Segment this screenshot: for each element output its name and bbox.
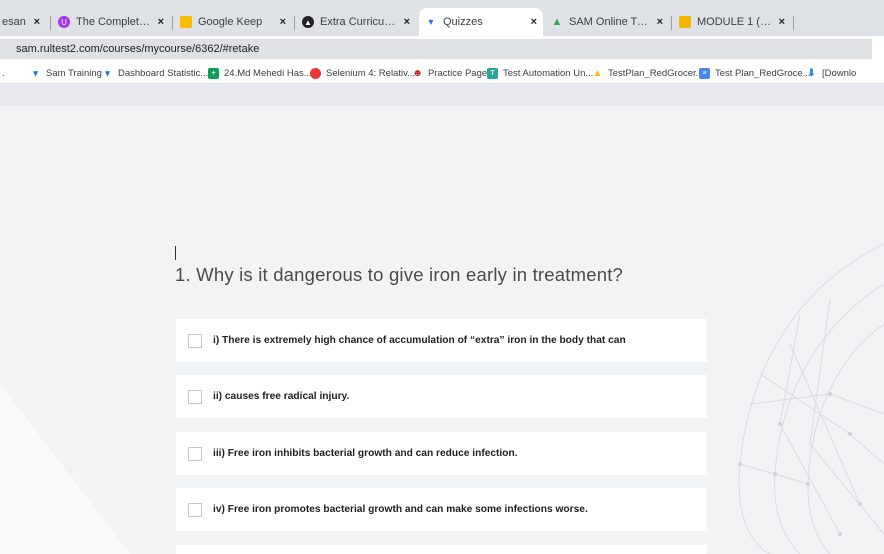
tab-divider <box>172 16 173 30</box>
bookmark-selenium[interactable]: Selenium 4: Relativ... <box>310 66 415 80</box>
question-text: 1. Why is it dangerous to give iron earl… <box>175 264 624 285</box>
bookmark-download[interactable]: ⬇ [Downlo <box>806 66 856 80</box>
answer-option-3[interactable]: iii) Free iron inhibits bacterial growth… <box>176 432 707 475</box>
bookmark-label: . <box>2 67 5 79</box>
option-checkbox[interactable] <box>188 389 202 404</box>
close-icon[interactable]: × <box>531 16 537 28</box>
tab-esan[interactable]: esan × <box>0 8 46 36</box>
bookmark-label: Dashboard Statistic... <box>118 67 209 79</box>
answer-option-1[interactable]: i) There is extremely high chance of acc… <box>176 319 707 362</box>
tab-sam-online-training[interactable]: ▲ SAM Online Traning - × <box>545 8 669 36</box>
tab-module-1[interactable]: MODULE 1 (2022).ppt × <box>673 8 791 36</box>
bookmark-dashboard[interactable]: ▾ Dashboard Statistic... <box>102 66 208 80</box>
close-icon[interactable]: × <box>779 16 785 28</box>
sam-icon: ▾ <box>105 67 110 78</box>
bookmark-label: TestPlan_RedGrocer... <box>608 67 704 79</box>
url-field[interactable]: sam.rultest2.com/courses/mycourse/6362/#… <box>0 39 872 59</box>
tab-title: The Complete SQL Bo <box>76 16 152 28</box>
option-label: iii) Free iron inhibits bacterial growth… <box>213 448 518 459</box>
page-header-band <box>0 84 884 106</box>
bookmark-overflow[interactable]: . <box>2 66 5 80</box>
close-icon[interactable]: × <box>158 16 164 28</box>
bookmark-test-automation[interactable]: T Test Automation Un... <box>487 66 593 80</box>
tab-quizzes[interactable]: ▾ Quizzes × <box>419 8 543 36</box>
download-icon: ⬇ <box>807 67 816 79</box>
keep-icon <box>180 16 192 28</box>
bookmark-label: Practice Page <box>428 67 488 79</box>
answer-option-2[interactable]: ii) causes free radical injury. <box>176 375 707 418</box>
docs-icon: ≡ <box>699 67 710 79</box>
close-icon[interactable]: × <box>34 16 40 28</box>
bookmark-label: Sam Training <box>46 67 102 79</box>
bookmark-label: Test Automation Un... <box>503 67 594 79</box>
drive-icon: ▲ <box>551 16 563 28</box>
close-icon[interactable]: × <box>404 16 410 28</box>
tab-title: Google Keep <box>198 16 263 28</box>
bookmark-testplan-drive[interactable]: ▲ TestPlan_RedGrocer... <box>592 66 704 80</box>
option-checkbox[interactable] <box>188 333 202 348</box>
drive-icon: ▲ <box>592 67 603 79</box>
tab-extra-curricular[interactable]: ▲ Extra Curricular || My × <box>296 8 416 36</box>
close-icon[interactable]: × <box>280 16 286 28</box>
sheets-icon: + <box>208 67 219 79</box>
option-label: i) There is extremely high chance of acc… <box>213 335 626 346</box>
bookmark-sam-training[interactable]: ▾ Sam Training <box>30 66 102 80</box>
close-icon[interactable]: × <box>657 16 663 28</box>
option-checkbox[interactable] <box>188 502 202 517</box>
bookmarks-bar: . ▾ Sam Training ▾ Dashboard Statistic..… <box>0 62 884 84</box>
tab-title: Extra Curricular || My <box>320 16 398 28</box>
option-label: ii) causes free radical injury. <box>213 391 350 402</box>
bookmark-testplan-docs[interactable]: ≡ Test Plan_RedGroce... <box>699 66 811 80</box>
sam-icon: ▾ <box>428 16 434 28</box>
selenium-icon <box>310 67 321 79</box>
circle-icon: ▲ <box>302 16 314 28</box>
tab-title: MODULE 1 (2022).ppt <box>697 16 773 28</box>
address-bar: sam.rultest2.com/courses/mycourse/6362/#… <box>0 36 884 62</box>
bookmark-label: 24.Md Mehedi Has... <box>224 67 312 79</box>
tab-divider <box>294 16 295 30</box>
option-checkbox[interactable] <box>188 446 202 461</box>
quiz-page: 1. Why is it dangerous to give iron earl… <box>0 84 884 554</box>
option-label: iv) Free iron promotes bacterial growth … <box>213 504 588 515</box>
text-cursor <box>175 246 176 260</box>
answer-option-4[interactable]: iv) Free iron promotes bacterial growth … <box>176 488 707 531</box>
tab-divider <box>793 16 794 30</box>
tab-sql-bootcamp[interactable]: U The Complete SQL Bo × <box>52 8 170 36</box>
background-decoration <box>0 384 130 554</box>
slides-icon <box>679 16 691 28</box>
tab-title: esan <box>2 16 26 28</box>
tab-title: Quizzes <box>443 16 483 28</box>
tau-icon: T <box>487 67 498 79</box>
bookmark-label: Test Plan_RedGroce... <box>715 67 811 79</box>
udemy-icon: U <box>58 16 70 28</box>
tab-google-keep[interactable]: Google Keep × <box>174 8 292 36</box>
bookmark-label: Selenium 4: Relativ... <box>326 67 416 79</box>
bookmark-label: [Downlo <box>822 67 857 79</box>
bookmark-practice-page[interactable]: ☻ Practice Page <box>412 66 487 80</box>
tab-divider <box>671 16 672 30</box>
tab-title: SAM Online Traning - <box>569 16 651 28</box>
answer-option-5-partial[interactable] <box>176 545 707 554</box>
practice-icon: ☻ <box>412 67 423 79</box>
browser-tab-strip: esan × U The Complete SQL Bo × Google Ke… <box>0 0 884 36</box>
sam-icon: ▾ <box>33 67 38 78</box>
tab-divider <box>50 16 51 30</box>
url-text: sam.rultest2.com/courses/mycourse/6362/#… <box>16 43 260 55</box>
bookmark-mehedi[interactable]: + 24.Md Mehedi Has... <box>208 66 312 80</box>
